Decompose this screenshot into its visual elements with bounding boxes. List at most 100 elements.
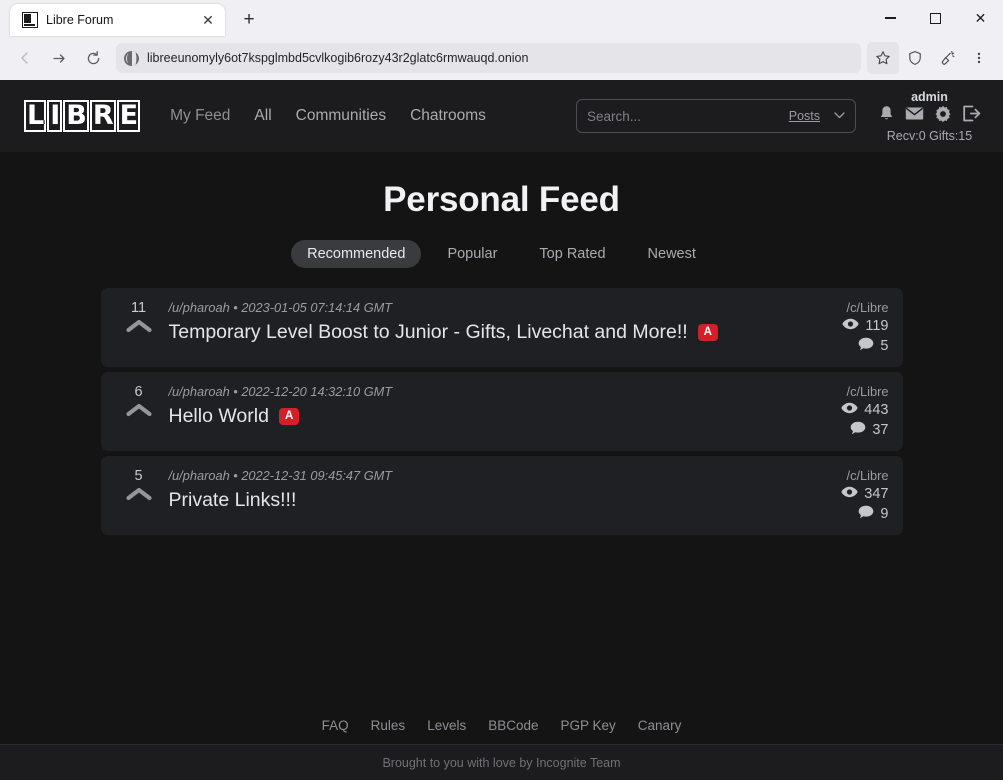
forward-button[interactable]	[42, 42, 76, 74]
post-community[interactable]: /c/Libre	[847, 300, 889, 315]
maximize-window-button[interactable]	[913, 0, 958, 36]
address-bar[interactable]: libreeunomyly6ot7kspglmbd5cvlkogib6rozy4…	[116, 43, 861, 73]
post-title[interactable]: Temporary Level Boost to Junior - Gifts,…	[169, 321, 688, 344]
post-body: /u/pharoah • 2022-12-31 09:45:47 GMT Pri…	[163, 466, 777, 523]
comment-count: 9	[858, 505, 889, 523]
browser-chrome: Libre Forum ✕ + ✕ libreeunomyly6ot7kspgl…	[0, 0, 1003, 80]
post-title-row: Private Links!!!	[169, 489, 777, 512]
view-count: 347	[841, 486, 889, 502]
back-button[interactable]	[8, 42, 42, 74]
minimize-window-button[interactable]	[868, 0, 913, 36]
eye-icon	[841, 402, 858, 418]
site-header: L I B R E My Feed All Communities Chatro…	[0, 80, 1003, 152]
post-community[interactable]: /c/Libre	[847, 468, 889, 483]
reload-button[interactable]	[76, 42, 110, 74]
vote-score: 11	[130, 300, 147, 316]
logo-letter: L	[24, 100, 47, 132]
footer-link-levels[interactable]: Levels	[427, 718, 466, 733]
comment-count-value: 5	[880, 338, 889, 354]
libre-logo[interactable]: L I B R E	[24, 100, 141, 132]
user-area: admin Recv:0 Gifts:15	[878, 90, 981, 143]
search-scope-selector[interactable]: Posts	[789, 109, 820, 123]
tab-top-rated[interactable]: Top Rated	[523, 240, 621, 268]
main-content: Personal Feed Recommended Popular Top Ra…	[0, 152, 1003, 718]
search-box[interactable]: Search... Posts	[576, 99, 856, 133]
post-title[interactable]: Private Links!!!	[169, 489, 297, 512]
username-label: admin	[911, 89, 948, 104]
footer-link-faq[interactable]: FAQ	[322, 718, 349, 733]
close-window-button[interactable]: ✕	[958, 0, 1003, 36]
post-title-row: Hello World A	[169, 405, 777, 428]
post-body: /u/pharoah • 2022-12-20 14:32:10 GMT Hel…	[163, 382, 777, 439]
tab-title: Libre Forum	[46, 13, 114, 27]
logout-icon[interactable]	[962, 105, 981, 127]
post-item[interactable]: 6 /u/pharoah • 2022-12-20 14:32:10 GMT H…	[100, 372, 903, 451]
footer-credit: Brought to you with love by Incognite Te…	[0, 745, 1003, 780]
logo-letter: B	[63, 100, 89, 132]
user-stats-label: Recv:0 Gifts:15	[886, 128, 973, 143]
vote-control: 11	[115, 298, 163, 355]
nav-item-communities[interactable]: Communities	[296, 107, 386, 125]
nav-item-my-feed[interactable]: My Feed	[170, 107, 230, 125]
shield-icon[interactable]	[899, 42, 931, 74]
eye-icon	[841, 486, 858, 502]
admin-badge: A	[278, 407, 300, 426]
comment-count-value: 9	[880, 506, 889, 522]
logo-letter: I	[47, 100, 63, 132]
comment-bubble-icon	[858, 337, 874, 355]
post-author[interactable]: /u/pharoah	[169, 300, 230, 315]
envelope-icon[interactable]	[905, 106, 924, 126]
view-count-value: 119	[865, 318, 889, 334]
footer-link-canary[interactable]: Canary	[638, 718, 682, 733]
footer-link-rules[interactable]: Rules	[371, 718, 406, 733]
nav-item-all[interactable]: All	[254, 107, 271, 125]
post-author[interactable]: /u/pharoah	[169, 468, 230, 483]
page-title: Personal Feed	[383, 180, 620, 219]
post-community[interactable]: /c/Libre	[847, 384, 889, 399]
browser-toolbar: libreeunomyly6ot7kspglmbd5cvlkogib6rozy4…	[0, 36, 1003, 80]
post-title[interactable]: Hello World	[169, 405, 269, 428]
url-text: libreeunomyly6ot7kspglmbd5cvlkogib6rozy4…	[147, 51, 529, 65]
footer-links: FAQ Rules Levels BBCode PGP Key Canary	[0, 718, 1003, 744]
new-tab-button[interactable]: +	[235, 6, 263, 34]
meta-separator: •	[233, 300, 238, 315]
browser-tab[interactable]: Libre Forum ✕	[10, 4, 225, 36]
post-stats: /c/Libre 347 9	[777, 466, 889, 523]
post-list: 11 /u/pharoah • 2023-01-05 07:14:14 GMT …	[100, 288, 903, 535]
bell-icon[interactable]	[878, 105, 895, 128]
view-count-value: 443	[864, 402, 889, 418]
post-stats: /c/Libre 443 37	[777, 382, 889, 439]
footer-link-pgp-key[interactable]: PGP Key	[561, 718, 616, 733]
upvote-icon[interactable]	[125, 402, 152, 417]
broom-clean-icon[interactable]	[931, 42, 963, 74]
footer-link-bbcode[interactable]: BBCode	[488, 718, 538, 733]
bookmark-star-icon[interactable]	[867, 42, 899, 74]
tab-newest[interactable]: Newest	[632, 240, 712, 268]
comment-count-value: 37	[872, 422, 889, 438]
close-tab-icon[interactable]: ✕	[199, 11, 217, 29]
onion-site-icon	[124, 50, 139, 66]
feed-sort-tabs: Recommended Popular Top Rated Newest	[0, 240, 1003, 268]
comment-bubble-icon	[858, 505, 874, 523]
site-nav: My Feed All Communities Chatrooms	[170, 107, 486, 125]
logo-letter: E	[116, 100, 141, 132]
tab-popular[interactable]: Popular	[431, 240, 513, 268]
post-date: 2022-12-31 09:45:47 GMT	[241, 468, 393, 483]
post-title-row: Temporary Level Boost to Junior - Gifts,…	[169, 321, 777, 344]
search-input[interactable]: Search...	[587, 109, 789, 124]
logo-letter: R	[89, 100, 116, 132]
meta-separator: •	[233, 384, 238, 399]
gear-icon[interactable]	[934, 105, 952, 128]
vote-control: 5	[115, 466, 163, 523]
chevron-down-icon[interactable]	[834, 110, 845, 122]
post-author[interactable]: /u/pharoah	[169, 384, 230, 399]
browser-menu-icon[interactable]	[963, 42, 995, 74]
upvote-icon[interactable]	[125, 486, 152, 501]
post-item[interactable]: 5 /u/pharoah • 2022-12-31 09:45:47 GMT P…	[100, 456, 903, 535]
tab-recommended[interactable]: Recommended	[291, 240, 422, 268]
post-item[interactable]: 11 /u/pharoah • 2023-01-05 07:14:14 GMT …	[100, 288, 903, 367]
eye-icon	[842, 318, 859, 334]
post-date: 2022-12-20 14:32:10 GMT	[241, 384, 393, 399]
nav-item-chatrooms[interactable]: Chatrooms	[410, 107, 486, 125]
upvote-icon[interactable]	[125, 318, 152, 333]
